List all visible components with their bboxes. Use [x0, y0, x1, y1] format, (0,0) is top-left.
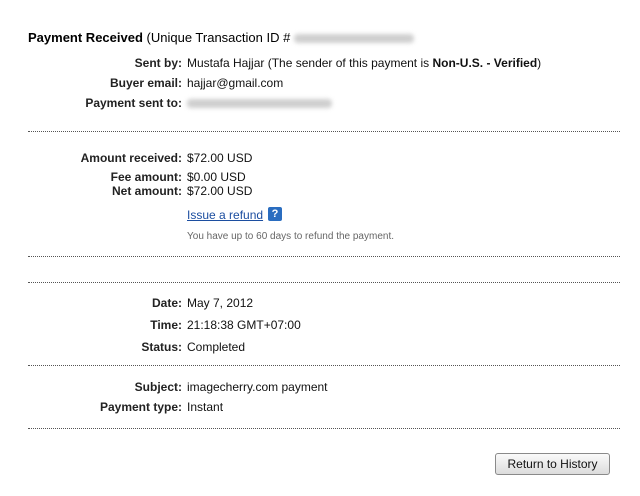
sender-note-suffix: )	[537, 56, 542, 70]
date-value: May 7, 2012	[187, 296, 254, 310]
issue-refund-link[interactable]: Issue a refund	[187, 208, 263, 222]
payment-type-value: Instant	[187, 400, 224, 414]
date-label: Date:	[151, 296, 182, 310]
fee-amount-value: $0.00 USD	[187, 170, 246, 184]
recipient-email-redacted	[187, 99, 332, 109]
buyer-email-row: Buyer email: hajjar@gmail.com	[0, 76, 640, 92]
status-value: Completed	[187, 340, 246, 354]
subject-label: Subject:	[134, 380, 182, 394]
title-transaction-prefix: (Unique Transaction ID #	[146, 30, 291, 45]
refund-note: You have up to 60 days to refund the pay…	[187, 231, 395, 242]
section-divider	[28, 428, 620, 429]
sent-by-value: Mustafa Hajjar (The sender of this payme…	[187, 56, 541, 70]
net-amount-row: Net amount: $72.00 USD	[0, 184, 640, 200]
section-divider	[28, 256, 620, 257]
payment-type-label: Payment type:	[99, 400, 182, 414]
sent-by-label: Sent by:	[134, 56, 182, 70]
amount-received-row: Amount received: $72.00 USD	[0, 151, 640, 167]
fee-amount-label: Fee amount:	[110, 170, 182, 184]
status-label: Status:	[141, 340, 182, 354]
time-label: Time:	[150, 318, 182, 332]
date-row: Date: May 7, 2012	[0, 296, 640, 312]
payment-type-row: Payment type: Instant	[0, 400, 640, 416]
amount-received-value: $72.00 USD	[187, 151, 253, 165]
buyer-email-label: Buyer email:	[109, 76, 182, 90]
title-bold: Payment Received	[28, 30, 143, 45]
payment-sent-to-row: Payment sent to:	[0, 96, 640, 112]
payment-sent-to-label: Payment sent to:	[85, 96, 182, 110]
sent-by-row: Sent by: Mustafa Hajjar (The sender of t…	[0, 56, 640, 72]
time-row: Time: 21:18:38 GMT+07:00	[0, 318, 640, 334]
page-title: Payment Received (Unique Transaction ID …	[28, 30, 414, 45]
payment-sent-to-value	[187, 96, 332, 110]
subject-value: imagecherry.com payment	[187, 380, 328, 394]
net-amount-label: Net amount:	[112, 184, 182, 198]
transaction-id-redacted	[293, 34, 414, 44]
return-to-history-button[interactable]: Return to History	[495, 453, 610, 475]
subject-row: Subject: imagecherry.com payment	[0, 380, 640, 396]
net-amount-value: $72.00 USD	[187, 184, 253, 198]
help-icon[interactable]: ?	[268, 207, 282, 221]
sender-name: Mustafa Hajjar	[187, 56, 265, 70]
buyer-email-value: hajjar@gmail.com	[187, 76, 284, 90]
sender-note-prefix: (The sender of this payment is	[267, 56, 430, 70]
section-divider	[28, 365, 620, 366]
time-value: 21:18:38 GMT+07:00	[187, 318, 301, 332]
section-divider	[28, 282, 620, 283]
sender-status: Non-U.S. - Verified	[432, 56, 538, 70]
status-row: Status: Completed	[0, 340, 640, 356]
amount-received-label: Amount received:	[80, 151, 182, 165]
section-divider	[28, 131, 620, 132]
